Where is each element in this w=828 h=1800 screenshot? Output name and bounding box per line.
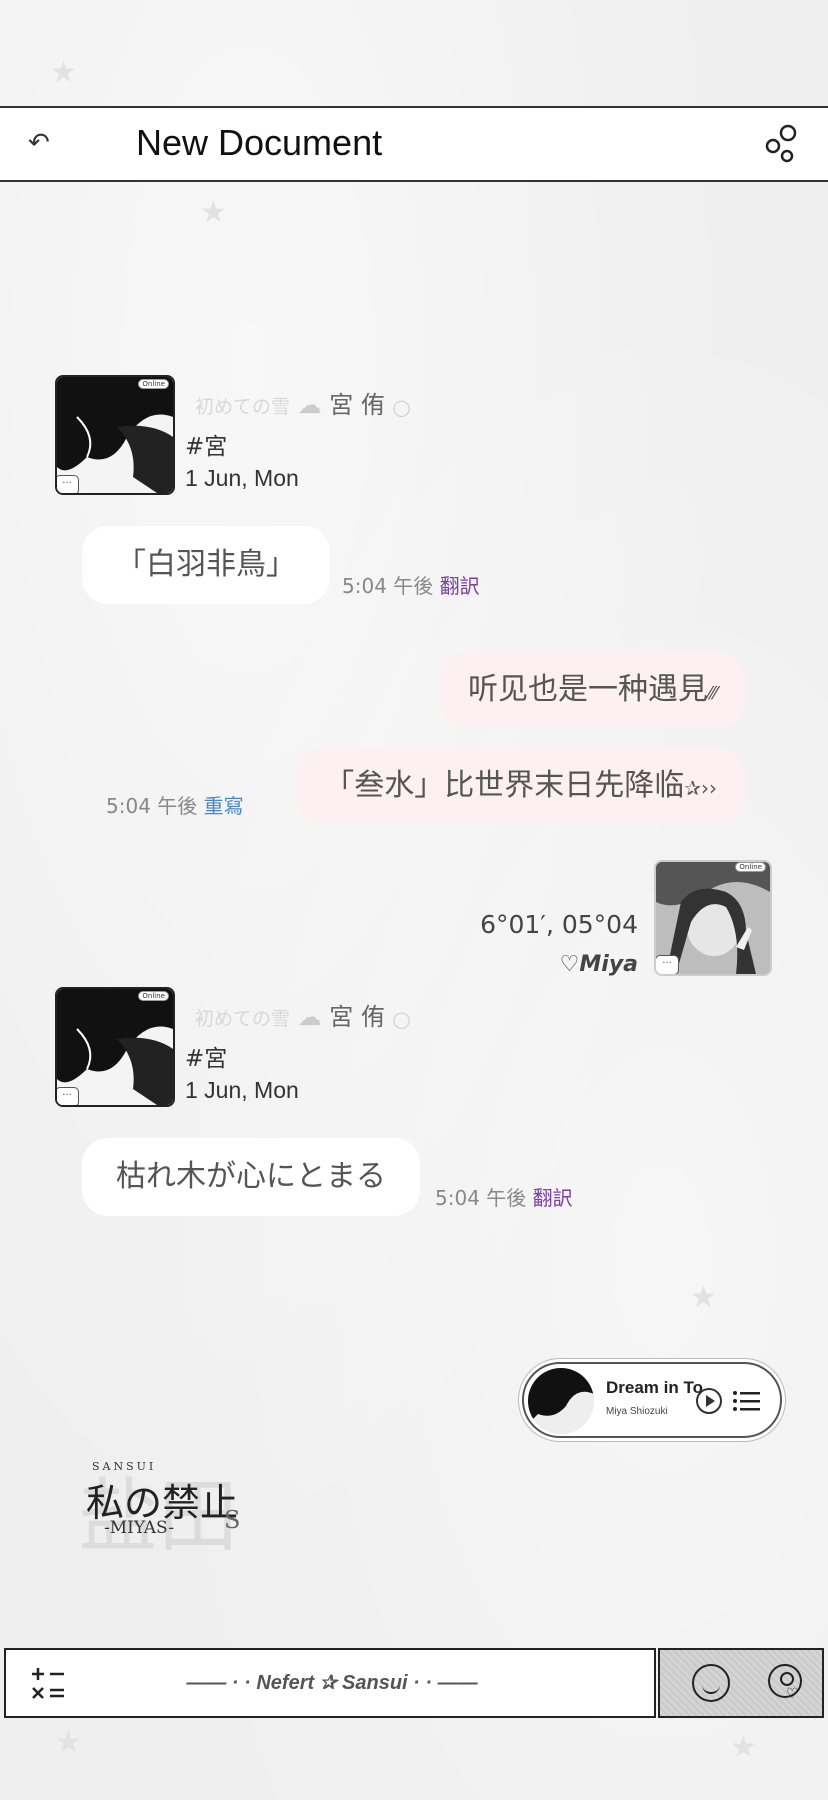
contact-name: 宮 侑 — [329, 1003, 385, 1031]
logo-sub: -MIYAS- — [104, 1518, 175, 1538]
message-time: 5:04 午後 — [106, 794, 198, 818]
chat-icon: ··· — [57, 475, 79, 493]
cloud-icon: ☁ — [297, 391, 322, 419]
bubbles-menu-icon[interactable] — [764, 124, 800, 164]
music-player[interactable]: Dream in To Miya Shiozuki — [522, 1362, 782, 1438]
message-text: 「叁水」比世界末日先降临 — [324, 768, 685, 803]
message-deco: ⁄⁄⁄ — [707, 683, 717, 704]
decor-star: ★ — [55, 1725, 82, 1760]
user-name: ♡Miya — [559, 952, 638, 977]
decor-star: ★ — [50, 55, 77, 90]
avatar[interactable]: Online ··· — [55, 987, 175, 1107]
track-artist: Miya Shiozuki — [606, 1406, 668, 1417]
chat-icon: ··· — [57, 1087, 79, 1105]
message-bubble-outgoing[interactable]: 听见也是一种遇見⁄⁄⁄ — [439, 652, 745, 728]
chat-icon: ··· — [656, 955, 679, 974]
decor-star: ★ — [730, 1730, 757, 1765]
message-time: 5:04 午後 — [342, 574, 434, 598]
contact-tag: #宮 — [185, 434, 228, 460]
user-avatar[interactable]: Online ··· — [654, 860, 772, 976]
lens-icon: ◯ — [392, 1010, 411, 1029]
play-icon[interactable] — [696, 1388, 722, 1414]
message-bubble-incoming[interactable]: 枯れ木が心にとまる — [82, 1138, 420, 1216]
decor-star: ★ — [200, 195, 227, 230]
contact-name: 宮 侑 — [329, 391, 385, 419]
ghost-text: 初めての雪 — [195, 396, 291, 418]
album-art — [528, 1368, 594, 1434]
message-bubble-incoming[interactable]: 「白羽非鳥」 — [82, 526, 330, 604]
message-time: 5:04 午後 — [435, 1186, 527, 1210]
cloud-icon: ☁ — [297, 1003, 322, 1031]
decor-star: ★ — [690, 1280, 717, 1315]
emoji-icon[interactable] — [692, 1664, 730, 1702]
contact-date: 1 Jun, Mon — [185, 465, 299, 491]
ghost-text: 初めての雪 — [195, 1008, 291, 1030]
translate-link[interactable]: 翻訳 — [440, 574, 480, 598]
message-meta: 5:04 午後 翻訳 — [342, 570, 480, 599]
page-title: New Document — [136, 122, 383, 163]
contact-tag: #宮 — [185, 1046, 228, 1072]
avatar[interactable]: Online ··· — [55, 375, 175, 495]
contact-header: Online ··· 初めての雪 ☁ 宮 侑 ◯ #宮 1 Jun, Mon — [55, 375, 615, 495]
user-coordinates: 6°01′, 05°04 — [480, 910, 638, 939]
lens-icon: ◯ — [392, 398, 411, 417]
playlist-icon[interactable] — [732, 1390, 762, 1412]
rewrite-link[interactable]: 重寫 — [204, 794, 244, 818]
message-bubble-outgoing[interactable]: 「叁水」比世界末日先降临✰›› — [296, 748, 745, 824]
logo-s: S — [224, 1506, 241, 1534]
bottom-bar: —— · · Nefert ✰ Sansui · · —— ♡ — [4, 1648, 824, 1718]
heart-icon: ♡ — [786, 1686, 799, 1702]
online-badge: Online — [138, 991, 169, 1001]
back-icon[interactable]: ↶ — [28, 128, 50, 158]
brand-logo: 盐田 SANSUI 私の禁止 -MIYAS- S — [78, 1452, 278, 1563]
input-bar[interactable]: —— · · Nefert ✰ Sansui · · —— — [4, 1648, 656, 1718]
action-panel: ♡ — [658, 1648, 824, 1718]
track-title: Dream in To — [606, 1378, 703, 1397]
contact-header: Online ··· 初めての雪 ☁ 宮 侑 ◯ #宮 1 Jun, Mon — [55, 987, 615, 1107]
online-badge: Online — [138, 379, 169, 389]
input-label: —— · · Nefert ✰ Sansui · · —— — [186, 1672, 478, 1694]
contact-title: 初めての雪 ☁ 宮 侑 ◯ — [195, 385, 410, 420]
message-meta: 5:04 午後 翻訳 — [435, 1182, 573, 1211]
message-deco: ✰›› — [684, 776, 717, 800]
message-meta: 5:04 午後 重寫 — [106, 790, 244, 819]
message-text: 听见也是一种遇見 — [467, 672, 708, 707]
app-header: ↶ New Document — [0, 106, 828, 182]
contact-title: 初めての雪 ☁ 宮 侑 ◯ — [195, 997, 410, 1032]
online-badge: Online — [735, 862, 766, 872]
contact-date: 1 Jun, Mon — [185, 1077, 299, 1103]
translate-link[interactable]: 翻訳 — [533, 1186, 573, 1210]
